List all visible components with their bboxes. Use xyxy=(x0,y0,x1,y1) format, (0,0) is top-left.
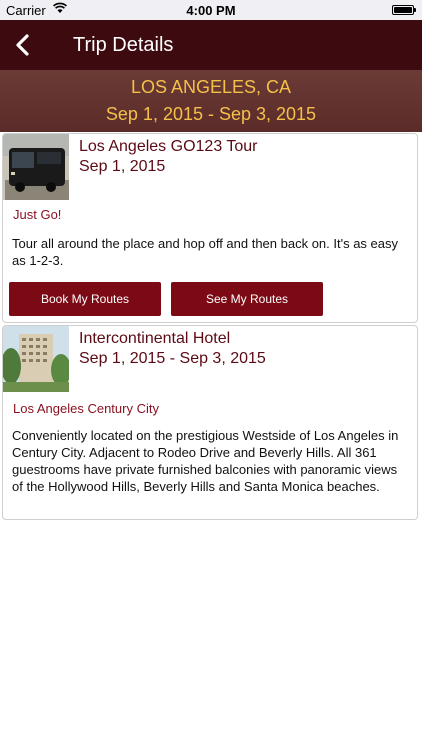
book-my-routes-button[interactable]: Book My Routes xyxy=(9,282,161,316)
hotel-image xyxy=(3,326,69,392)
tour-bus-image xyxy=(3,134,69,200)
item-title: Los Angeles GO123 Tour xyxy=(79,138,258,155)
battery-icon xyxy=(392,5,416,15)
trip-item-card[interactable]: Intercontinental Hotel Sep 1, 2015 - Sep… xyxy=(2,325,418,520)
item-date: Sep 1, 2015 xyxy=(79,158,166,175)
item-description: Tour all around the place and hop off an… xyxy=(12,236,399,268)
navigation-bar: Trip Details xyxy=(0,20,422,70)
page-title: Trip Details xyxy=(73,34,174,56)
back-chevron-icon[interactable] xyxy=(10,32,36,58)
item-title: Intercontinental Hotel xyxy=(79,330,231,347)
trip-header: LOS ANGELES, CA Sep 1, 2015 - Sep 3, 201… xyxy=(0,70,422,132)
item-tagline: Los Angeles Century City xyxy=(13,401,159,416)
item-date: Sep 1, 2015 - Sep 3, 2015 xyxy=(79,350,266,367)
trip-city: LOS ANGELES, CA xyxy=(130,77,292,97)
status-time: 4:00 PM xyxy=(186,3,236,18)
trip-dates: Sep 1, 2015 - Sep 3, 2015 xyxy=(105,104,317,124)
trip-item-card[interactable]: Los Angeles GO123 Tour Sep 1, 2015 Just … xyxy=(2,133,418,323)
item-description: Conveniently located on the prestigious … xyxy=(12,428,399,494)
status-bar: Carrier 4:00 PM xyxy=(0,0,422,20)
see-my-routes-button[interactable]: See My Routes xyxy=(171,282,323,316)
item-tagline: Just Go! xyxy=(13,207,62,222)
